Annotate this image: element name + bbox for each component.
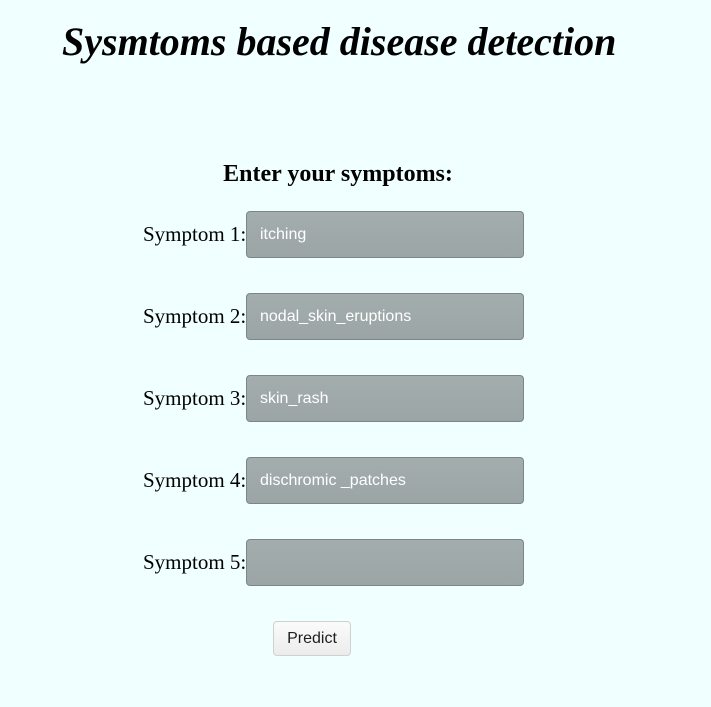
symptom-1-row: Symptom 1: xyxy=(0,211,600,258)
predict-button[interactable]: Predict xyxy=(273,621,351,656)
page-title: Sysmtoms based disease detection xyxy=(62,19,617,64)
symptom-3-row: Symptom 3: xyxy=(0,375,600,422)
symptom-1-label: Symptom 1: xyxy=(143,222,247,246)
symptom-4-row: Symptom 4: xyxy=(0,457,600,504)
symptom-5-label: Symptom 5: xyxy=(143,550,247,574)
symptom-2-input[interactable] xyxy=(246,293,524,340)
symptom-2-label: Symptom 2: xyxy=(143,304,247,328)
symptom-1-input[interactable] xyxy=(246,211,524,258)
symptom-3-label: Symptom 3: xyxy=(143,386,247,410)
form-heading: Enter your symptoms: xyxy=(223,161,453,187)
symptom-5-row: Symptom 5: xyxy=(0,539,600,586)
symptom-2-row: Symptom 2: xyxy=(0,293,600,340)
symptom-3-input[interactable] xyxy=(246,375,524,422)
symptom-4-label: Symptom 4: xyxy=(143,468,247,492)
symptom-4-input[interactable] xyxy=(246,457,524,504)
symptom-5-input[interactable] xyxy=(246,539,524,586)
